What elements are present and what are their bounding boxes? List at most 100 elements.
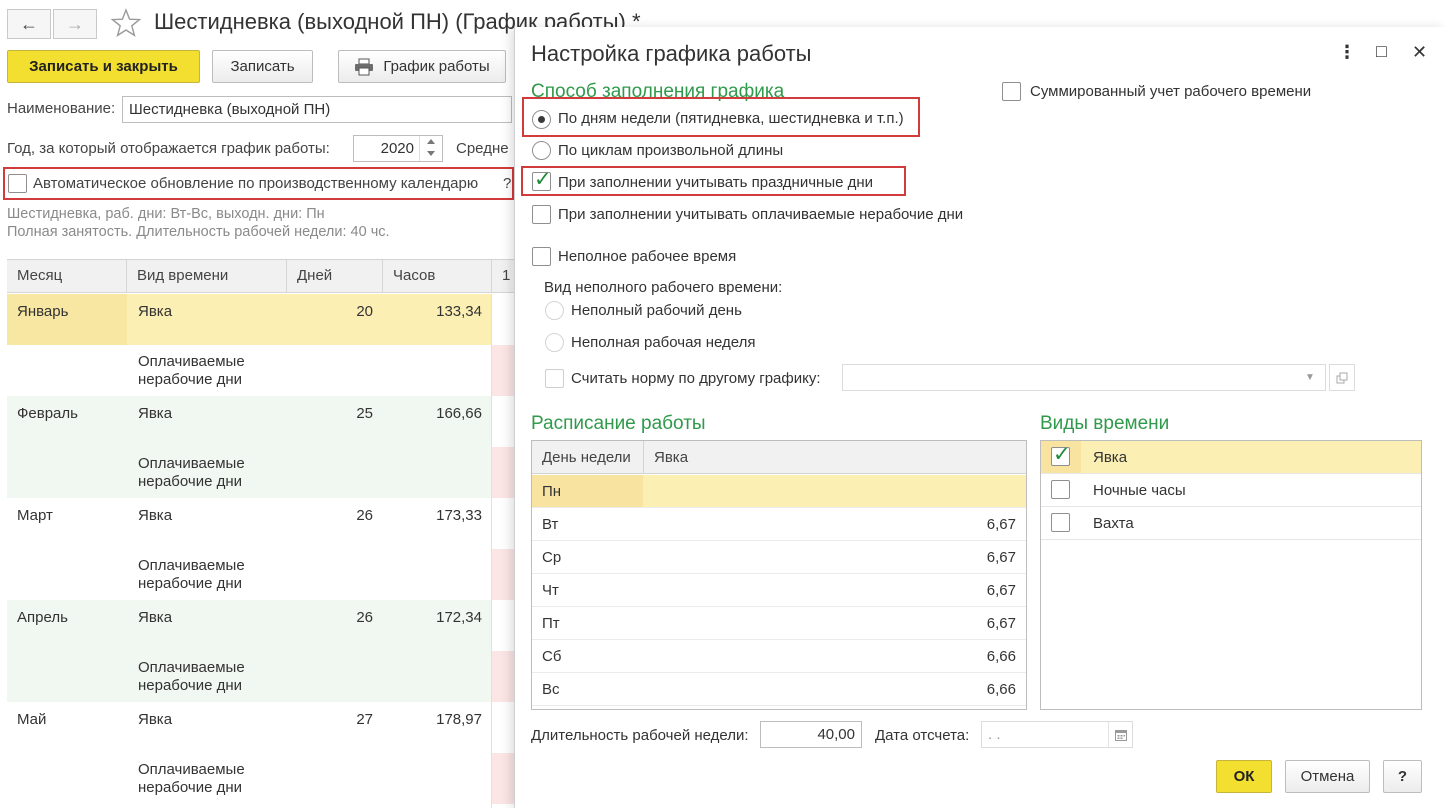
schedule-info-line-2: Полная занятость. Длительность рабочей н… bbox=[7, 224, 390, 240]
days-cell: 26 bbox=[356, 609, 373, 626]
name-label: Наименование: bbox=[7, 100, 116, 117]
table-row[interactable]: Май Явка 27 178,97 Оплачиваемые нерабочи… bbox=[7, 702, 517, 804]
grid-header-days[interactable]: Дней bbox=[287, 260, 383, 293]
kind2-cell: Оплачиваемые нерабочие дни bbox=[138, 455, 245, 490]
list-item[interactable]: Ночные часы bbox=[1041, 474, 1421, 507]
month-cell: Март bbox=[17, 507, 53, 524]
grid-header-month[interactable]: Месяц bbox=[7, 260, 127, 293]
radio-by-cycles[interactable] bbox=[532, 141, 551, 160]
days-cell: 26 bbox=[356, 507, 373, 524]
checkmark-icon: ✓ bbox=[1053, 443, 1071, 466]
year-stepper[interactable] bbox=[419, 136, 442, 161]
schedule-day: Вс bbox=[542, 681, 560, 698]
radio-by-cycles-label: По циклам произвольной длины bbox=[558, 142, 784, 159]
arrow-right-icon: → bbox=[66, 13, 84, 34]
paid-nonwork-label: При заполнении учитывать оплачиваемые не… bbox=[558, 206, 964, 223]
paid-nonwork-checkbox[interactable] bbox=[532, 205, 551, 224]
radio-part-day[interactable] bbox=[545, 301, 564, 320]
time-kind-checkbox[interactable] bbox=[1051, 513, 1070, 532]
schedule-value: 6,67 bbox=[986, 615, 1016, 632]
schedule-value: 6,67 bbox=[986, 582, 1016, 599]
kind2-cell: Оплачиваемые нерабочие дни bbox=[138, 761, 245, 796]
schedule-row[interactable]: Пн bbox=[532, 475, 1026, 508]
month-cell: Февраль bbox=[17, 405, 78, 422]
other-norm-checkbox[interactable] bbox=[545, 369, 564, 388]
ref-date-label: Дата отсчета: bbox=[875, 727, 970, 744]
schedule-row[interactable]: Пт 6,67 bbox=[532, 607, 1026, 640]
more-icon[interactable]: ⋮ bbox=[1338, 42, 1356, 63]
part-time-checkbox[interactable] bbox=[532, 247, 551, 266]
other-norm-input[interactable] bbox=[842, 364, 1326, 391]
month-cell: Май bbox=[17, 711, 47, 728]
schedule-day: Чт bbox=[542, 582, 559, 599]
kind2-cell: Оплачиваемые нерабочие дни bbox=[138, 659, 245, 694]
time-kinds-title: Виды времени bbox=[1040, 413, 1170, 434]
printer-icon bbox=[355, 58, 374, 75]
schedule-grid: Месяц Вид времени Дней Часов 1 Январь Яв… bbox=[7, 259, 517, 808]
favorite-button[interactable] bbox=[110, 7, 142, 39]
schedule-row[interactable]: Чт 6,67 bbox=[532, 574, 1026, 607]
open-form-button[interactable] bbox=[1329, 364, 1355, 391]
back-button[interactable]: ← bbox=[7, 9, 51, 39]
schedule-value: 6,66 bbox=[986, 648, 1016, 665]
kind-cell: Явка bbox=[138, 507, 173, 524]
average-label: Средне bbox=[456, 140, 509, 157]
forward-button[interactable]: → bbox=[53, 9, 97, 39]
schedule-settings-dialog: Настройка графика работы ⋮ □ ✕ Способ за… bbox=[514, 27, 1445, 808]
week-length-input[interactable]: 40,00 bbox=[760, 721, 862, 748]
grid-header-kind[interactable]: Вид времени bbox=[127, 260, 287, 293]
cancel-button[interactable]: Отмена bbox=[1285, 760, 1370, 793]
list-item[interactable]: Вахта bbox=[1041, 507, 1421, 540]
schedule-row[interactable]: Вс 6,66 bbox=[532, 673, 1026, 706]
time-kind-label: Вахта bbox=[1093, 515, 1134, 532]
time-kind-checkbox[interactable]: ✓ bbox=[1051, 443, 1071, 466]
days-cell: 20 bbox=[356, 303, 373, 320]
part-time-label: Неполное рабочее время bbox=[558, 248, 737, 265]
table-row[interactable]: Март Явка 26 173,33 Оплачиваемые нерабоч… bbox=[7, 498, 517, 600]
grid-header-hours[interactable]: Часов bbox=[383, 260, 492, 293]
stepper-down-icon[interactable] bbox=[427, 151, 435, 156]
summarized-label: Суммированный учет рабочего времени bbox=[1030, 83, 1312, 100]
stepper-up-icon[interactable] bbox=[427, 139, 435, 144]
grid-right-border bbox=[491, 294, 492, 808]
time-kind-checkbox[interactable] bbox=[1051, 480, 1070, 499]
open-form-icon bbox=[1336, 372, 1348, 383]
time-kind-label: Ночные часы bbox=[1093, 482, 1186, 499]
schedule-value: 6,66 bbox=[986, 681, 1016, 698]
dropdown-arrow-icon[interactable]: ▼ bbox=[1305, 372, 1315, 383]
days-cell: 25 bbox=[356, 405, 373, 422]
name-input[interactable]: Шестидневка (выходной ПН) bbox=[122, 96, 512, 123]
table-row[interactable]: Апрель Явка 26 172,34 Оплачиваемые нераб… bbox=[7, 600, 517, 702]
schedule-row[interactable]: Вт 6,67 bbox=[532, 508, 1026, 541]
help-button[interactable]: ? bbox=[1383, 760, 1422, 793]
calendar-button[interactable] bbox=[1108, 722, 1132, 747]
close-icon[interactable]: ✕ bbox=[1412, 42, 1427, 63]
table-row[interactable]: Февраль Явка 25 166,66 Оплачиваемые нера… bbox=[7, 396, 517, 498]
schedule-day: Пт bbox=[542, 615, 560, 632]
save-button[interactable]: Записать bbox=[212, 50, 313, 83]
calendar-icon bbox=[1114, 729, 1127, 741]
summarized-checkbox[interactable] bbox=[1002, 82, 1021, 101]
list-item[interactable]: ✓ Явка bbox=[1041, 441, 1421, 474]
save-and-close-button[interactable]: Записать и закрыть bbox=[7, 50, 200, 83]
work-schedule-button-label: График работы bbox=[383, 58, 490, 75]
schedule-title: Расписание работы bbox=[531, 413, 706, 434]
schedule-day: Сб bbox=[542, 648, 562, 665]
kind2-cell: Оплачиваемые нерабочие дни bbox=[138, 353, 245, 388]
ok-button[interactable]: ОК bbox=[1216, 760, 1272, 793]
schedule-value: 6,67 bbox=[986, 549, 1016, 566]
schedule-row[interactable]: Ср 6,67 bbox=[532, 541, 1026, 574]
radio-part-week[interactable] bbox=[545, 333, 564, 352]
work-schedule-button[interactable]: График работы bbox=[338, 50, 506, 83]
by-weekdays-highlight bbox=[522, 97, 920, 137]
days-cell: 27 bbox=[356, 711, 373, 728]
schedule-row[interactable]: Сб 6,66 bbox=[532, 640, 1026, 673]
schedule-day: Ср bbox=[542, 549, 562, 566]
table-row[interactable]: Январь Явка 20 133,34 Оплачиваемые нераб… bbox=[7, 294, 517, 396]
radio-part-week-label: Неполная рабочая неделя bbox=[571, 334, 756, 351]
schedule-header-day[interactable]: День недели bbox=[532, 441, 644, 474]
hours-cell: 173,33 bbox=[436, 507, 482, 524]
schedule-header-attendance[interactable]: Явка bbox=[644, 441, 1026, 474]
kind-cell: Явка bbox=[138, 303, 173, 320]
maximize-icon[interactable]: □ bbox=[1376, 41, 1387, 62]
